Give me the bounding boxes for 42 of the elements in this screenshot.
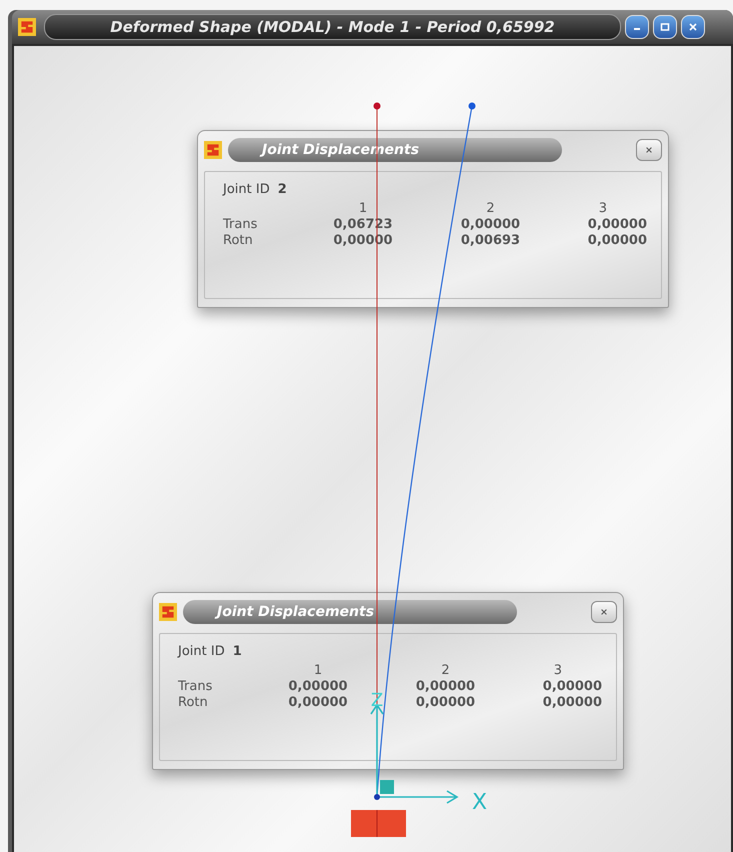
column-header: 3 (552, 663, 563, 678)
column-header: 2 (485, 201, 496, 216)
column-header: 1 (358, 201, 368, 216)
value-cell-text: 0,00000 (287, 695, 349, 710)
maximize-button[interactable] (653, 15, 677, 39)
joint-id: 2 (278, 182, 287, 197)
maximize-icon (660, 22, 670, 32)
joint-node (468, 102, 476, 110)
row-label: Trans (223, 217, 258, 232)
value-cell-text: 0,00000 (586, 217, 647, 232)
value-cell-text: 0,00000 (542, 679, 602, 694)
value-cell-text: 0,00000 (414, 695, 476, 710)
close-icon (688, 22, 698, 32)
close-icon (644, 146, 654, 154)
value-cell-text: 0,00000 (460, 217, 522, 232)
column-header: 2 (440, 663, 451, 678)
axis-label: X (472, 790, 488, 815)
window-title: Deformed Shape (MODAL) - Mode 1 - Period 0,65992 (44, 14, 621, 40)
dialog-title: Joint Displacements (183, 600, 517, 624)
close-icon (599, 608, 609, 616)
column-header: 3 (598, 201, 608, 216)
value-cell-text: 0,00000 (414, 679, 476, 694)
close-button[interactable] (636, 139, 662, 161)
minimize-button[interactable] (625, 15, 649, 39)
value-cell-text: 0,00000 (586, 233, 647, 248)
value-cell-text: 0,00693 (460, 233, 522, 248)
joint-id: 1 (232, 644, 242, 659)
app-logo-icon (159, 603, 177, 621)
column-header: 1 (312, 663, 324, 678)
app-logo-icon (18, 18, 36, 36)
row-label: Rotn (178, 695, 209, 710)
value-cell-text: 0,00000 (287, 679, 349, 694)
joint-node (374, 102, 380, 110)
joint-label: Joint ID (223, 182, 270, 197)
support-drawing (351, 810, 406, 838)
close-button[interactable] (591, 601, 617, 623)
row-label: Trans (178, 679, 214, 694)
app-logo-icon (204, 141, 222, 159)
row-label: Rotn (223, 233, 254, 248)
joint-node (374, 794, 380, 800)
joint-label: Joint ID (178, 644, 225, 659)
value-cell-text: 0,00000 (542, 695, 602, 710)
